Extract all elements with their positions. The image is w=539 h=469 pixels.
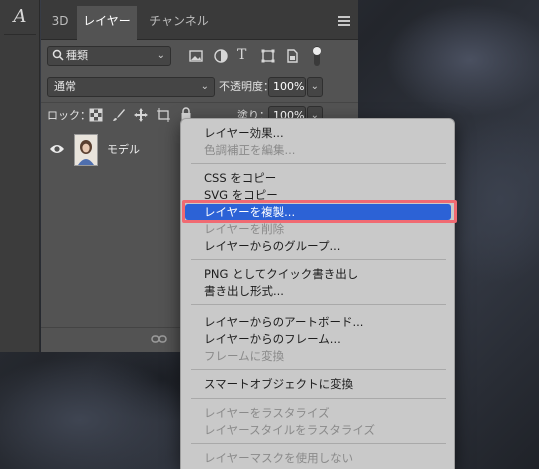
menu-item-edit-adjustment: 色調補正を編集... [204,143,296,157]
menu-item-rasterize-layer: レイヤーをラスタライズ [204,406,330,420]
opacity-label: 不透明度： [219,80,274,93]
menu-separator [191,369,446,370]
menu-item-delete-layer: レイヤーを削除 [204,222,285,236]
menu-item-artboard-from-layers[interactable]: レイヤーからのアートボード... [185,314,451,330]
menu-separator [191,163,446,164]
lock-label: ロック： [47,109,91,122]
pixel-layer-filter-icon[interactable] [188,48,204,64]
lock-image-pixels-icon[interactable] [111,107,127,123]
lock-artboard-icon[interactable] [155,107,171,123]
character-panel-icon[interactable]: A [10,6,30,28]
menu-separator [191,259,446,260]
layer-filter-label: 種類 [66,49,88,62]
type-layer-filter-icon[interactable]: T [237,47,246,63]
filter-toggle-switch-icon[interactable] [311,44,323,68]
lock-position-icon[interactable] [133,107,149,123]
layer-filter-dropdown[interactable]: 種類 ⌄ [47,46,171,66]
blend-mode-value: 通常 [54,80,76,93]
panel-menu-icon[interactable] [338,16,350,26]
adjustment-layer-filter-icon[interactable] [213,48,229,64]
chevron-down-icon: ⌄ [156,50,165,61]
tab-3d[interactable]: 3D [43,6,77,40]
menu-item-copy-css[interactable]: CSS をコピー [185,170,451,186]
menu-item-convert-to-smart-object[interactable]: スマートオブジェクトに変換 [185,376,451,392]
blend-mode-dropdown[interactable]: 通常 ⌄ [47,77,215,97]
search-icon [52,49,64,61]
menu-item-duplicate-layer[interactable]: レイヤーを複製... [185,204,451,220]
panel-tab-bar: 3D レイヤー チャンネル [41,0,358,40]
tool-strip-divider [4,34,36,35]
menu-item-group-from-layers[interactable]: レイヤーからのグループ... [185,238,451,254]
opacity-field[interactable]: 100% [268,77,306,97]
layer-context-menu: レイヤー効果... 色調補正を編集... CSS をコピー SVG をコピー レ… [180,118,455,469]
menu-item-convert-to-frame: フレームに変換 [204,349,285,363]
layer-thumbnail [74,134,98,166]
smart-object-filter-icon[interactable] [284,48,300,64]
link-layers-icon[interactable] [151,333,167,345]
layer-name[interactable]: モデル [107,142,140,158]
shape-layer-filter-icon[interactable] [260,48,276,64]
chevron-down-icon: ⌄ [200,81,209,92]
chevron-down-icon: ⌄ [310,81,319,92]
opacity-dropdown-button[interactable]: ⌄ [307,77,323,97]
menu-item-export-as[interactable]: 書き出し形式... [185,283,451,299]
menu-item-copy-svg[interactable]: SVG をコピー [185,187,451,203]
visibility-eye-icon[interactable] [49,143,65,155]
tab-channels[interactable]: チャンネル [141,6,217,40]
menu-separator [191,443,446,444]
menu-item-quick-export-png[interactable]: PNG としてクイック書き出し [185,266,451,282]
menu-item-frame-from-layers[interactable]: レイヤーからのフレーム... [185,331,451,347]
lock-transparent-pixels-icon[interactable] [89,108,103,122]
panel-divider [41,102,358,103]
tool-strip: A [0,0,40,352]
menu-item-rasterize-layer-style: レイヤースタイルをラスタライズ [204,423,376,437]
menu-separator [191,398,446,399]
menu-item-layer-effects[interactable]: レイヤー効果... [185,125,451,141]
menu-item-disable-layer-mask: レイヤーマスクを使用しない [204,451,354,465]
layer-thumbnail-image [75,135,97,165]
menu-separator [191,304,446,305]
tab-layers[interactable]: レイヤー [77,6,137,40]
